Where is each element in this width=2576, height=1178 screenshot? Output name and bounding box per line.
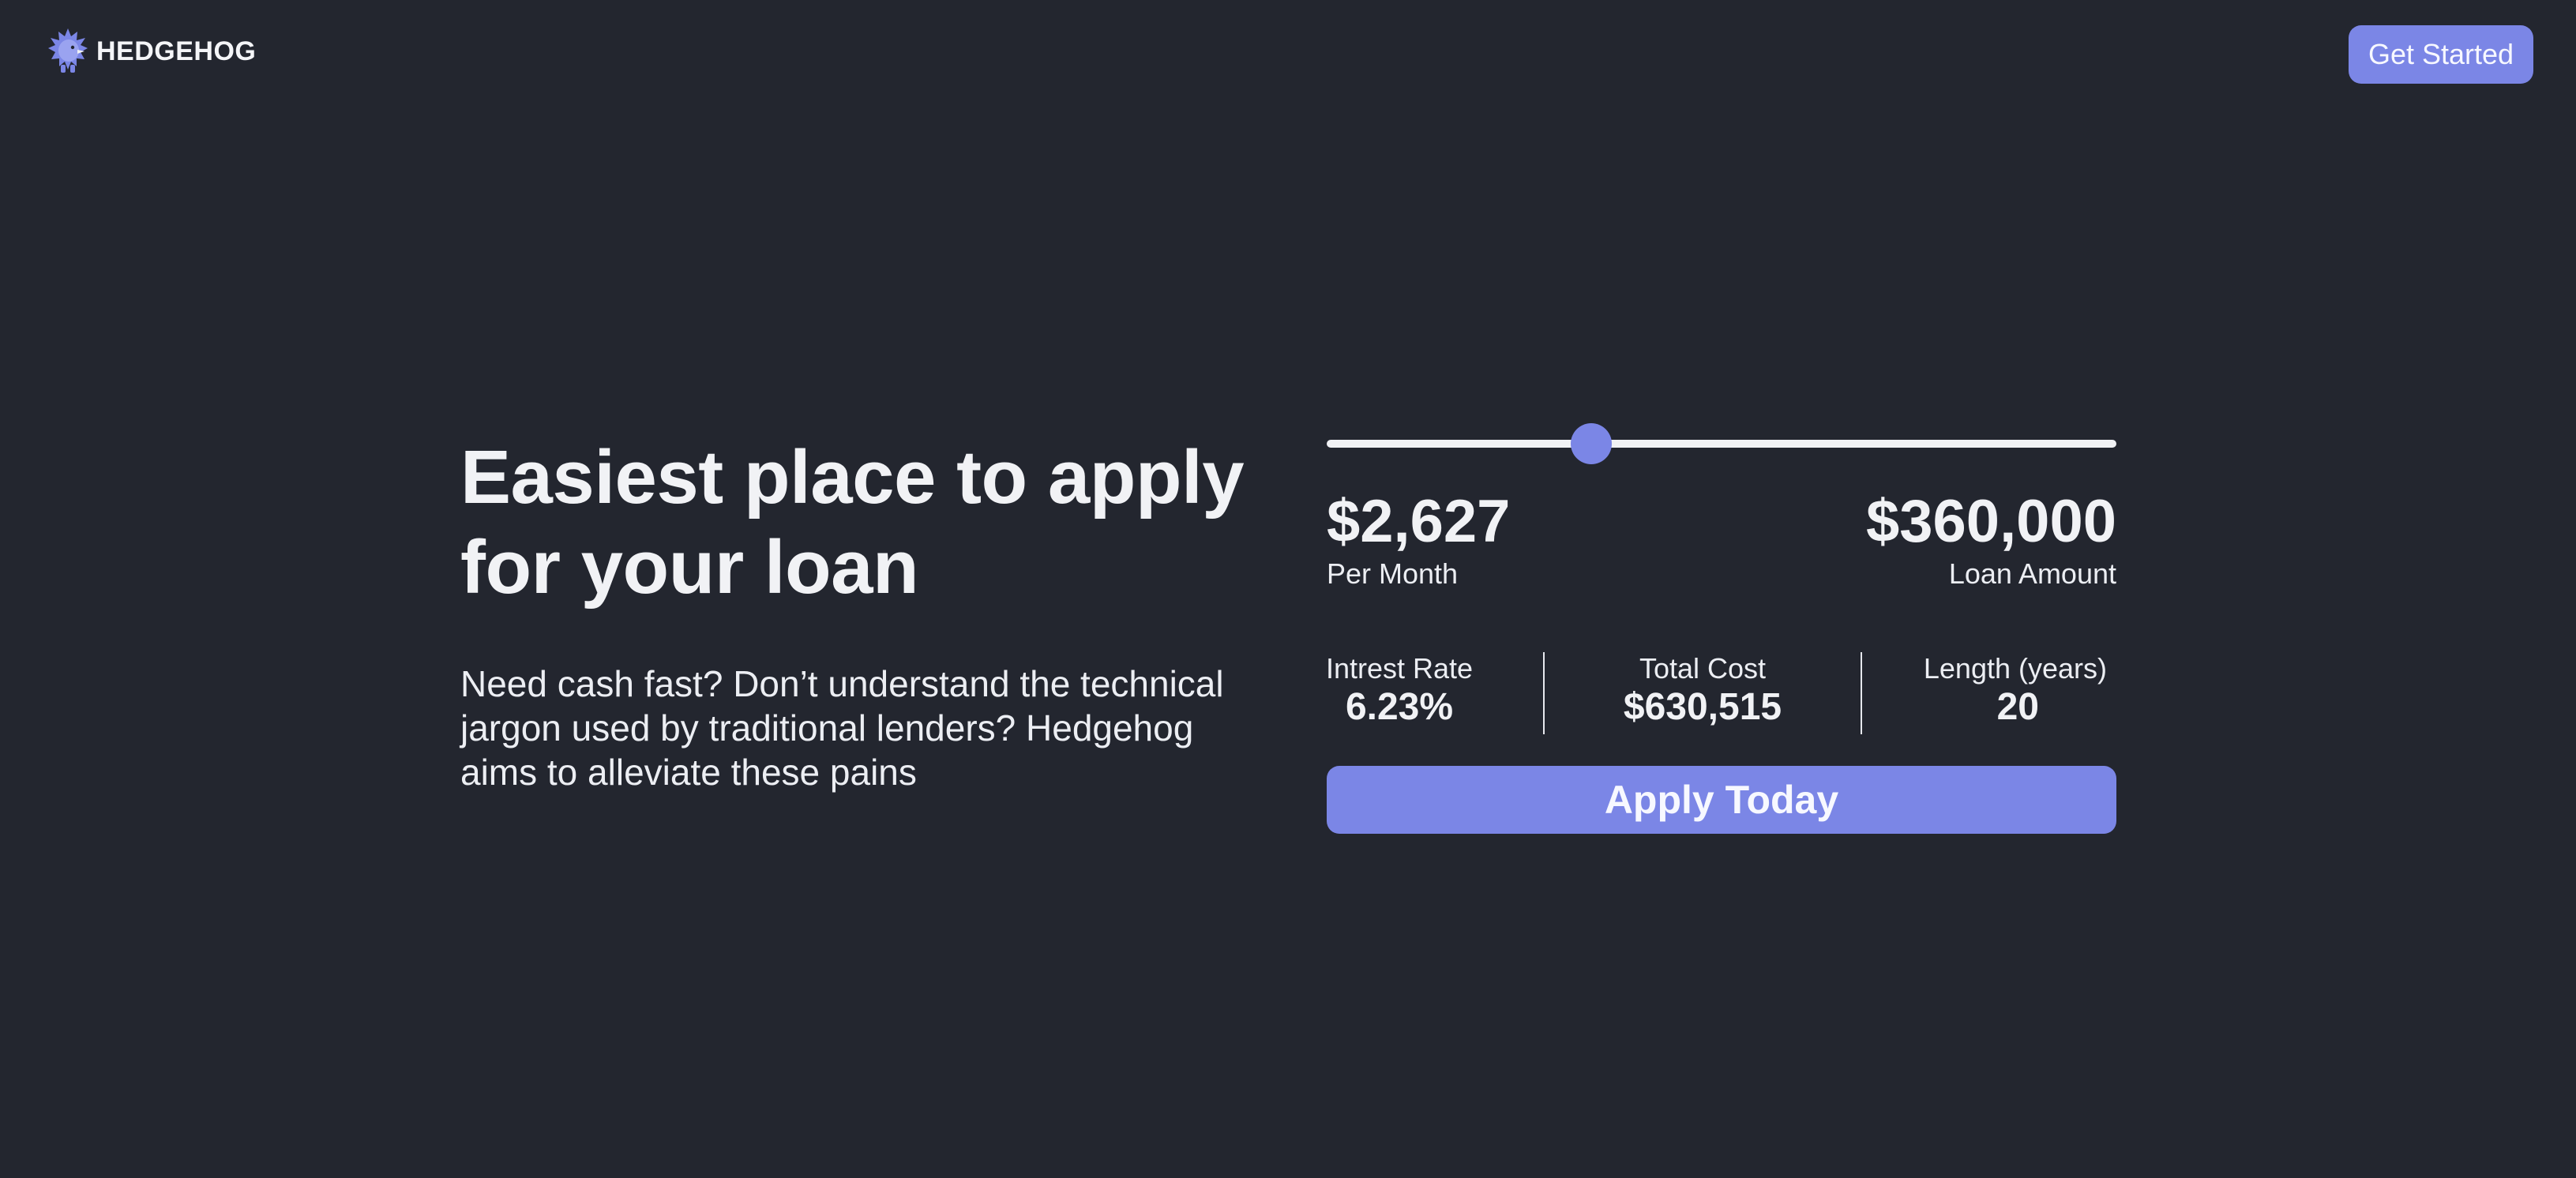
- hedgehog-icon: [48, 28, 88, 73]
- amounts-row: $2,627 Per Month $360,000 Loan Amount: [1327, 488, 2116, 591]
- monthly-payment-block: $2,627 Per Month: [1327, 488, 1510, 591]
- interest-rate-label: Intrest Rate: [1325, 652, 1474, 685]
- hero-title: Easiest place to apply for your loan: [460, 433, 1282, 613]
- total-cost-label: Total Cost: [1639, 652, 1767, 685]
- loan-length-label: Length (years): [1923, 652, 2107, 685]
- brand[interactable]: HEDGEHOG: [47, 27, 256, 76]
- loan-amount-slider[interactable]: [1327, 418, 2116, 466]
- total-cost-value: $630,515: [1623, 686, 1782, 728]
- loan-length-value: 20: [1996, 686, 2039, 728]
- loan-length-stat: Length (years) 20: [1862, 652, 2107, 734]
- loan-amount-block: $360,000 Loan Amount: [1866, 488, 2116, 591]
- loan-amount-label: Loan Amount: [1948, 557, 2116, 590]
- hero-title-line-1: Easiest place to apply: [460, 435, 1245, 520]
- monthly-payment-label: Per Month: [1327, 557, 1459, 590]
- interest-rate-stat: Intrest Rate 6.23%: [1325, 652, 1474, 734]
- brand-name: HEDGEHOG: [96, 36, 257, 66]
- get-started-button[interactable]: Get Started: [2349, 25, 2533, 84]
- slider-track[interactable]: [1327, 440, 2116, 448]
- monthly-payment-value: $2,627: [1327, 488, 1511, 555]
- hero-description: Need cash fast? Don’t understand the tec…: [460, 663, 1224, 793]
- hero-title-line-2: for your loan: [460, 525, 919, 610]
- loan-calculator: $2,627 Per Month $360,000 Loan Amount In…: [1326, 418, 2116, 834]
- total-cost-stat: Total Cost $630,515: [1545, 652, 1861, 734]
- slider-thumb[interactable]: [1571, 423, 1612, 464]
- landing-page: HEDGEHOG Get Started Easiest place to ap…: [0, 0, 2576, 1178]
- loan-stats: Intrest Rate 6.23% Total Cost $630,515 L…: [1325, 652, 2116, 734]
- loan-amount-value: $360,000: [1866, 488, 2116, 555]
- interest-rate-value: 6.23%: [1345, 686, 1454, 728]
- apply-today-button[interactable]: Apply Today: [1327, 766, 2116, 834]
